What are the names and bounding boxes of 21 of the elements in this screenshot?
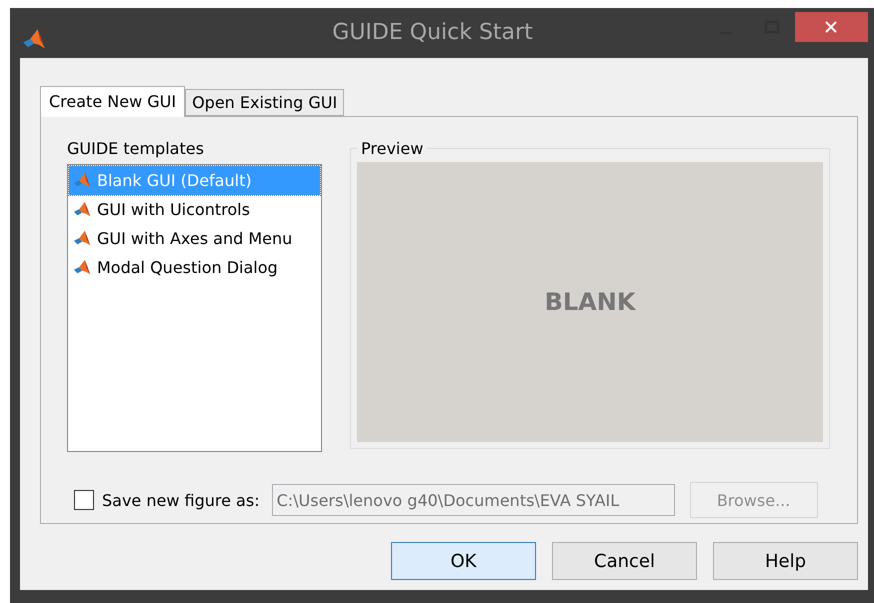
template-item[interactable]: GUI with Uicontrols <box>69 195 320 224</box>
dialog-button[interactable]: Cancel <box>552 542 697 580</box>
matlab-logo-icon <box>73 258 91 276</box>
dialog-button[interactable]: Help <box>713 542 858 580</box>
matlab-logo-icon <box>73 230 91 248</box>
close-button[interactable] <box>794 12 868 42</box>
close-icon <box>825 21 838 33</box>
dialog-button[interactable]: OK <box>391 542 536 580</box>
templates-label: GUIDE templates <box>67 139 205 158</box>
preview-label: Preview <box>360 139 424 158</box>
save-checkbox[interactable] <box>74 490 94 510</box>
matlab-logo-icon <box>73 172 91 190</box>
path-field[interactable]: C:\Users\lenovo g40\Documents\EVA SYAIL <box>272 484 675 516</box>
preview-text: BLANK <box>544 288 636 316</box>
window-title: GUIDE Quick Start <box>332 20 533 45</box>
tab[interactable]: Open Existing GUI <box>185 89 344 116</box>
matlab-logo-icon <box>73 200 91 218</box>
template-item[interactable]: GUI with Axes and Menu <box>69 224 320 253</box>
tab[interactable]: Create New GUI <box>40 86 186 117</box>
save-label: Save new figure as: <box>102 490 260 510</box>
template-item[interactable]: Modal Question Dialog <box>69 253 320 282</box>
